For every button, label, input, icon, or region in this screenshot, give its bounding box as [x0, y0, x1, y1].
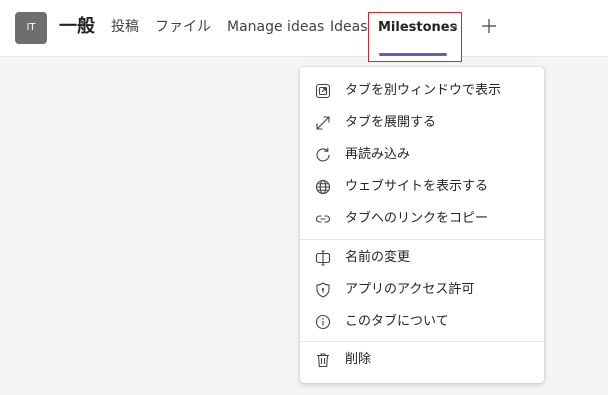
menu-item-reload[interactable]: 再読み込み — [300, 140, 544, 170]
tab-milestones[interactable]: Milestones — [368, 12, 462, 62]
menu-divider — [300, 239, 544, 240]
plus-icon — [482, 19, 496, 33]
tab-files[interactable]: ファイル — [155, 17, 211, 37]
menu-item-copy-link[interactable]: タブへのリンクをコピー — [300, 204, 544, 234]
channel-title: 一般 — [59, 16, 95, 37]
tab-manage-ideas[interactable]: Manage ideas — [227, 17, 324, 37]
menu-item-about[interactable]: このタブについて — [300, 307, 544, 337]
trash-icon — [314, 351, 332, 369]
tab-ideas[interactable]: Ideas — [330, 17, 368, 37]
chevron-down-icon[interactable] — [450, 23, 458, 31]
menu-item-permissions[interactable]: アプリのアクセス許可 — [300, 275, 544, 305]
globe-icon — [314, 178, 332, 196]
menu-item-label: ウェブサイトを表示する — [345, 179, 489, 194]
add-tab-button[interactable] — [480, 17, 498, 35]
menu-divider — [300, 341, 544, 342]
shield-icon — [314, 281, 332, 299]
link-icon — [314, 210, 332, 228]
menu-item-label: タブを展開する — [345, 115, 437, 130]
menu-item-label: このタブについて — [345, 314, 449, 329]
tab-posts[interactable]: 投稿 — [111, 17, 139, 37]
rename-icon — [314, 249, 332, 267]
channel-header: IT 一般 投稿 ファイル Manage ideas Ideas Milesto… — [0, 0, 608, 62]
info-icon — [314, 313, 332, 331]
menu-item-label: タブを別ウィンドウで表示 — [345, 83, 502, 98]
active-tab-indicator — [379, 53, 447, 56]
team-avatar[interactable]: IT — [15, 12, 47, 44]
expand-icon — [314, 114, 332, 132]
menu-item-expand[interactable]: タブを展開する — [300, 108, 544, 138]
menu-item-label: 再読み込み — [345, 147, 411, 162]
menu-item-website[interactable]: ウェブサイトを表示する — [300, 172, 544, 202]
refresh-icon — [314, 146, 332, 164]
popout-icon — [314, 82, 332, 100]
menu-item-label: タブへのリンクをコピー — [345, 211, 489, 226]
tab-milestones-label: Milestones — [378, 20, 458, 35]
menu-item-popout[interactable]: タブを別ウィンドウで表示 — [300, 76, 544, 106]
menu-item-rename[interactable]: 名前の変更 — [300, 243, 544, 273]
tab-context-menu: タブを別ウィンドウで表示 タブを展開する 再読み込み ウェブサイトを表示する タ… — [300, 67, 544, 383]
menu-item-label: アプリのアクセス許可 — [345, 282, 475, 297]
menu-item-label: 名前の変更 — [345, 250, 411, 265]
menu-item-delete[interactable]: 削除 — [300, 345, 544, 375]
menu-item-label: 削除 — [345, 352, 372, 367]
